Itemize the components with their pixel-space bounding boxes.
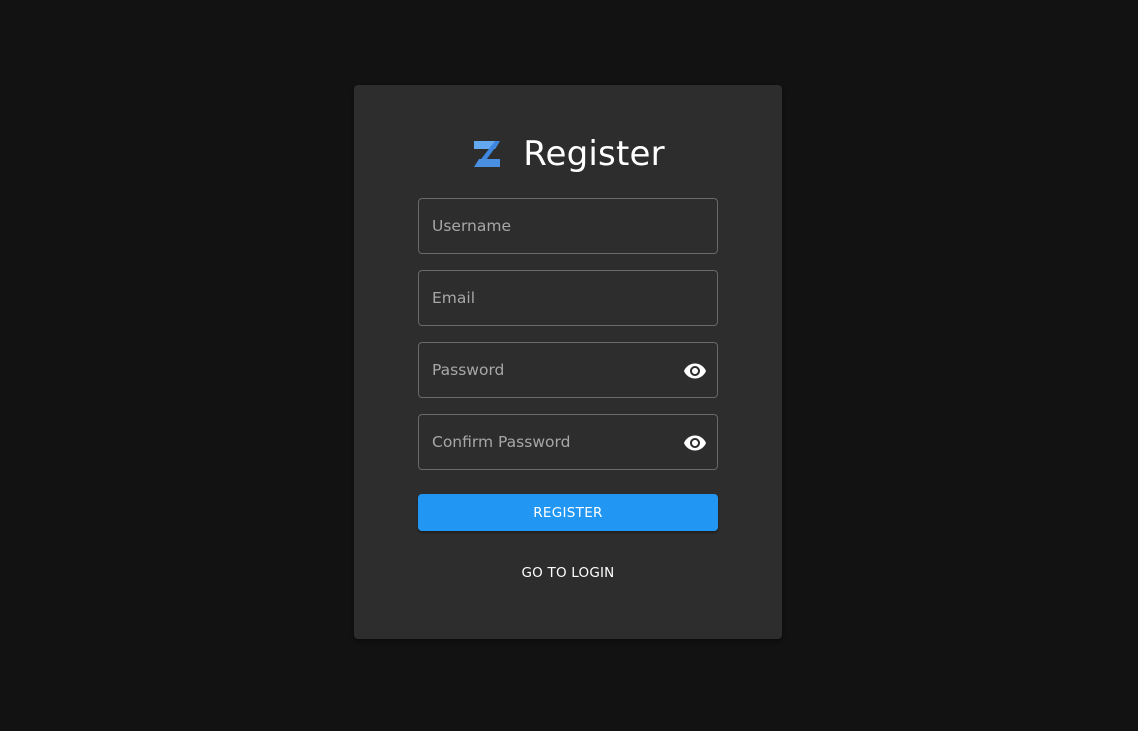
- eye-icon[interactable]: [683, 431, 707, 455]
- page-title: Register: [523, 134, 665, 174]
- email-field: [418, 270, 718, 326]
- go-to-login-button[interactable]: GO TO LOGIN: [488, 555, 648, 591]
- password-field: [418, 342, 718, 398]
- z-logo-icon: [471, 139, 503, 169]
- confirm-password-field: [418, 414, 718, 470]
- register-card: Register REGISTER GO TO LOGIN: [354, 85, 782, 639]
- username-field: [418, 198, 718, 254]
- password-input[interactable]: [419, 343, 717, 397]
- confirm-password-input[interactable]: [419, 415, 717, 469]
- card-header: Register: [354, 131, 782, 177]
- register-button[interactable]: REGISTER: [418, 494, 718, 531]
- email-input[interactable]: [419, 271, 717, 325]
- username-input[interactable]: [419, 199, 717, 253]
- eye-icon[interactable]: [683, 359, 707, 383]
